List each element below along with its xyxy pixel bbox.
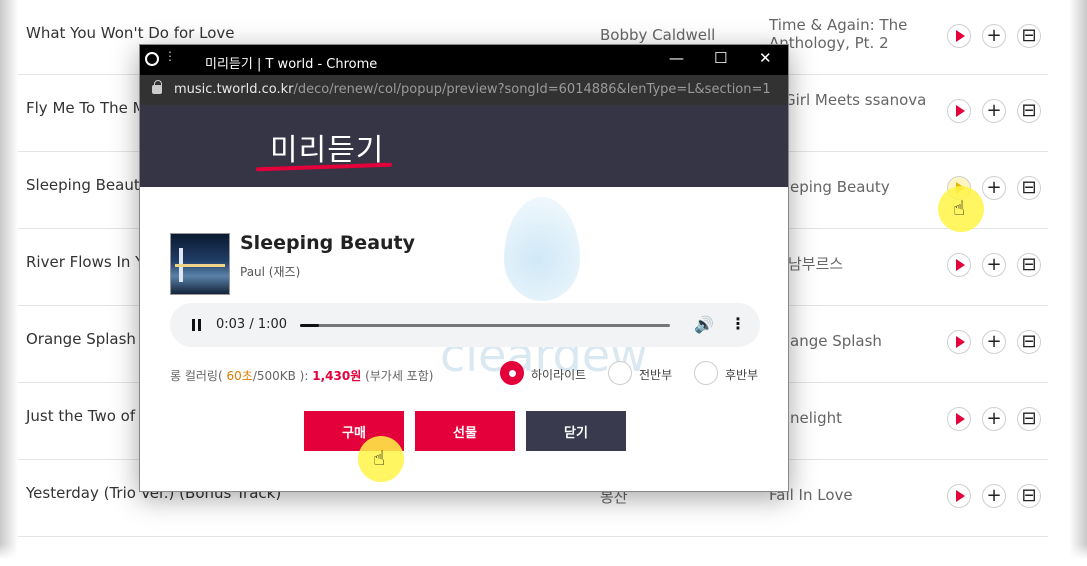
album-art bbox=[170, 233, 230, 295]
play-icon bbox=[956, 259, 965, 271]
play-icon bbox=[956, 413, 965, 425]
play-button[interactable] bbox=[947, 407, 971, 431]
progress-fill bbox=[300, 324, 319, 327]
gift-button[interactable]: ⊟ bbox=[1017, 407, 1041, 431]
gift-icon: ⊟ bbox=[1021, 408, 1037, 429]
gift-button[interactable]: ⊟ bbox=[1017, 330, 1041, 354]
radio-label-highlight[interactable]: 하이라이트 bbox=[531, 366, 586, 383]
add-icon: + bbox=[986, 408, 1002, 429]
song-title[interactable]: Orange Splash bbox=[26, 330, 136, 348]
song-album[interactable]: eping Beauty bbox=[790, 178, 940, 196]
close-button[interactable]: 닫기 bbox=[526, 411, 626, 451]
gift-icon: ⊟ bbox=[1021, 100, 1037, 121]
progress-track[interactable] bbox=[300, 324, 670, 327]
preview-popup-window: ⋮ 미리듣기 | T world - Chrome — ☐ ✕ music.tw… bbox=[139, 44, 789, 492]
price-size: /500KB ): bbox=[252, 369, 309, 383]
frame-shadow-right bbox=[1069, 0, 1087, 566]
hand-cursor-icon: ☝ bbox=[373, 446, 386, 470]
play-icon bbox=[956, 336, 965, 348]
song-title[interactable]: Sleeping Beauty bbox=[26, 176, 149, 194]
price-seconds: 60초 bbox=[226, 369, 253, 383]
price-amount: 1,430원 bbox=[312, 369, 362, 383]
url-host: music.tworld.co.kr bbox=[174, 82, 294, 97]
song-title[interactable]: Fly Me To The M bbox=[26, 99, 146, 117]
song-album[interactable]: ange Splash bbox=[790, 332, 940, 350]
player-time: 0:03 / 1:00 bbox=[216, 317, 288, 332]
window-menu-icon[interactable]: ⋮ bbox=[164, 49, 176, 63]
radio-first-half[interactable] bbox=[608, 361, 632, 385]
play-icon bbox=[956, 490, 965, 502]
frame-shadow-bottom bbox=[0, 544, 1087, 566]
add-button[interactable]: + bbox=[982, 253, 1006, 277]
play-icon bbox=[956, 30, 965, 42]
radio-label-second-half[interactable]: 후반부 bbox=[725, 366, 758, 383]
song-album[interactable]: nelight bbox=[790, 409, 940, 427]
window-titlebar: ⋮ 미리듣기 | T world - Chrome — ☐ ✕ bbox=[140, 45, 788, 75]
add-icon: + bbox=[986, 25, 1002, 46]
song-album[interactable]: 남부르스 bbox=[788, 255, 938, 273]
radio-label-first-half[interactable]: 전반부 bbox=[639, 366, 672, 383]
gift-button[interactable]: ⊟ bbox=[1017, 99, 1041, 123]
popup-header: 미리듣기 bbox=[140, 105, 788, 187]
play-button[interactable] bbox=[947, 253, 971, 277]
play-button[interactable] bbox=[947, 24, 971, 48]
song-album[interactable]: Fall In Love bbox=[769, 486, 919, 504]
play-button[interactable] bbox=[947, 99, 971, 123]
window-title: 미리듣기 | T world - Chrome bbox=[205, 57, 378, 72]
song-artist[interactable]: Bobby Caldwell bbox=[600, 26, 715, 44]
audio-player: 0:03 / 1:00 🔊 ⋮ bbox=[170, 303, 760, 347]
address-bar[interactable]: music.tworld.co.kr/deco/renew/col/popup/… bbox=[140, 75, 788, 105]
add-icon: + bbox=[986, 100, 1002, 121]
url-path: /deco/renew/col/popup/preview?songId=601… bbox=[293, 82, 771, 97]
add-icon: + bbox=[986, 254, 1002, 275]
watermark-drop-logo bbox=[504, 197, 580, 301]
frame-shadow-left bbox=[0, 0, 18, 566]
popup-header-title: 미리듣기 bbox=[270, 133, 385, 168]
price-prefix: 롱 컬러링( bbox=[170, 369, 223, 383]
gift-icon: ⊟ bbox=[1021, 485, 1037, 506]
add-icon: + bbox=[986, 331, 1002, 352]
add-button[interactable]: + bbox=[982, 407, 1006, 431]
song-name: Sleeping Beauty bbox=[240, 232, 416, 254]
play-button[interactable] bbox=[947, 330, 971, 354]
gift-button[interactable]: ⊟ bbox=[1017, 253, 1041, 277]
gift-icon: ⊟ bbox=[1021, 331, 1037, 352]
radio-highlight[interactable] bbox=[500, 361, 524, 385]
lock-icon[interactable] bbox=[152, 80, 162, 94]
gift-button[interactable]: 선물 bbox=[415, 411, 515, 451]
gift-icon: ⊟ bbox=[1021, 25, 1037, 46]
price-suffix: (부가세 포함) bbox=[365, 369, 434, 383]
song-title[interactable]: River Flows In Y bbox=[26, 253, 144, 271]
gift-button[interactable]: ⊟ bbox=[1017, 24, 1041, 48]
song-artist-label: Paul (재즈) bbox=[240, 265, 301, 279]
volume-icon[interactable]: 🔊 bbox=[694, 315, 714, 334]
globe-icon bbox=[145, 52, 159, 66]
hand-cursor-icon: ☝ bbox=[953, 196, 966, 220]
gift-icon: ⊟ bbox=[1021, 177, 1037, 198]
more-icon[interactable]: ⋮ bbox=[730, 314, 746, 333]
add-button[interactable]: + bbox=[982, 176, 1006, 200]
add-icon: + bbox=[986, 485, 1002, 506]
add-icon: + bbox=[986, 177, 1002, 198]
close-icon[interactable]: ✕ bbox=[759, 49, 772, 67]
add-button[interactable]: + bbox=[982, 99, 1006, 123]
price-info: 롱 컬러링( 60초/500KB ): 1,430원 (부가세 포함) bbox=[170, 367, 433, 384]
play-button[interactable] bbox=[947, 484, 971, 508]
song-album[interactable]: Girl Meets ssanova bbox=[784, 91, 934, 109]
gift-button[interactable]: ⊟ bbox=[1017, 484, 1041, 508]
pause-icon[interactable] bbox=[192, 319, 195, 331]
minimize-icon[interactable]: — bbox=[669, 49, 684, 67]
song-title[interactable]: What You Won't Do for Love bbox=[26, 24, 234, 42]
maximize-icon[interactable]: ☐ bbox=[714, 49, 727, 67]
song-album[interactable]: Time & Again: The Anthology, Pt. 2 bbox=[769, 16, 919, 52]
play-icon bbox=[956, 105, 965, 117]
song-title[interactable]: Just the Two of bbox=[26, 407, 135, 425]
add-button[interactable]: + bbox=[982, 330, 1006, 354]
add-button[interactable]: + bbox=[982, 484, 1006, 508]
gift-icon: ⊟ bbox=[1021, 254, 1037, 275]
add-button[interactable]: + bbox=[982, 24, 1006, 48]
radio-second-half[interactable] bbox=[694, 361, 718, 385]
url-text[interactable]: music.tworld.co.kr/deco/renew/col/popup/… bbox=[174, 82, 771, 97]
gift-button[interactable]: ⊟ bbox=[1017, 176, 1041, 200]
